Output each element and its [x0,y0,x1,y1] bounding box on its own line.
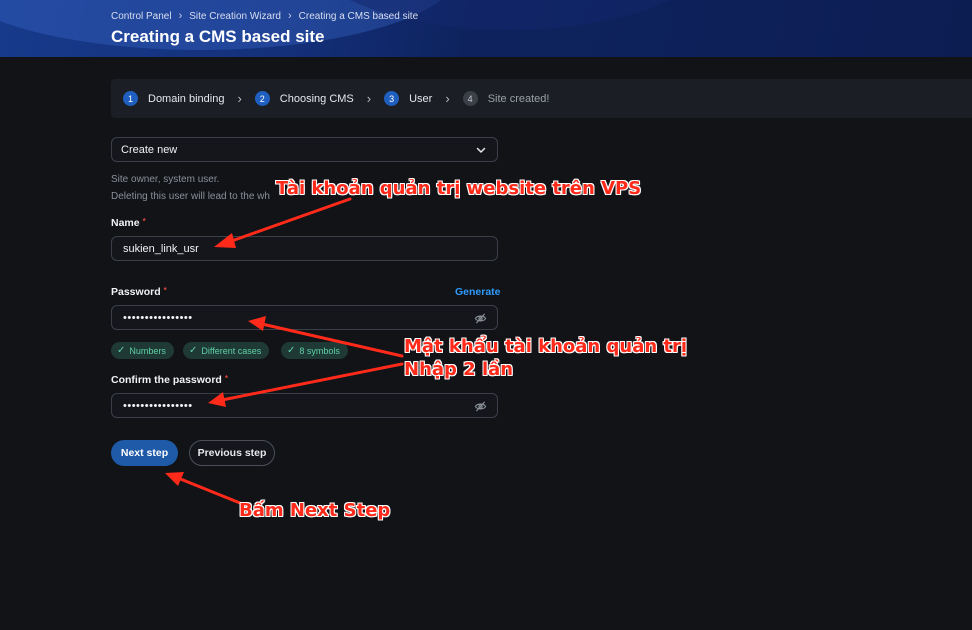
page-title: Creating a CMS based site [111,27,325,46]
step-user[interactable]: 3 User [384,91,432,106]
rule-label: Numbers [129,345,166,356]
previous-step-button[interactable]: Previous step [189,440,275,466]
step-number: 1 [123,91,138,106]
name-input-value: sukien_link_usr [123,242,199,255]
step-site-created: 4 Site created! [462,91,550,106]
rule-badge-numbers: ✓ Numbers [111,342,174,359]
name-label: Name * [111,217,146,229]
step-number: 4 [462,91,478,106]
user-mode-value: Create new [121,143,178,156]
step-label: Site created! [487,92,550,105]
password-input[interactable]: •••••••••••••••• [111,305,498,330]
step-label: Domain binding [148,92,225,105]
breadcrumb-separator: › [287,10,292,22]
generate-password-link[interactable]: Generate [455,286,501,298]
owner-hint: Site owner, system user. [111,174,220,185]
step-domain-binding[interactable]: 1 Domain binding [123,91,224,106]
chevron-down-icon [476,147,486,153]
password-label: Password * [111,286,167,298]
arrowhead [165,472,184,486]
step-choosing-cms[interactable]: 2 Choosing CMS [254,91,354,106]
annotation-password-line1: Mật khẩu tài khoản quản trị [404,336,688,357]
confirm-password-input[interactable]: •••••••••••••••• [111,393,498,418]
annotation-next-step: Bấm Next Step [239,500,391,521]
wizard-stepper: 1 Domain binding › 2 Choosing CMS › 3 Us… [111,79,972,118]
confirm-label-text: Confirm the password [111,374,222,386]
rule-badge-8-symbols: ✓ 8 symbols [281,342,348,359]
annotation-account: Tài khoản quản trị website trên VPS [276,178,642,199]
breadcrumb-control-panel[interactable]: Control Panel [111,11,172,22]
page-header: Control Panel › Site Creation Wizard › C… [0,0,972,57]
password-label-text: Password [111,286,161,298]
rule-badge-different-cases: ✓ Different cases [183,342,270,359]
check-icon: ✓ [117,345,126,356]
check-icon: ✓ [189,345,198,356]
required-mark: * [142,217,146,226]
name-input[interactable]: sukien_link_usr [111,236,498,261]
step-separator: › [366,91,372,106]
name-label-text: Name [111,217,140,229]
check-icon: ✓ [287,345,296,356]
step-separator: › [237,91,242,106]
user-mode-select[interactable]: Create new [111,137,498,162]
required-mark: * [224,374,228,383]
step-separator: › [445,91,450,106]
confirm-password-value: •••••••••••••••• [123,399,193,412]
step-label: User [409,92,433,105]
password-input-value: •••••••••••••••• [123,311,193,324]
rule-label: 8 symbols [299,345,340,356]
eye-off-icon[interactable] [474,400,487,413]
step-number: 3 [384,91,400,106]
eye-off-icon[interactable] [474,312,487,325]
confirm-password-label: Confirm the password * [111,374,228,386]
breadcrumb-separator: › [178,10,183,22]
step-label: Choosing CMS [279,92,354,105]
breadcrumb-current: Creating a CMS based site [298,10,419,22]
step-number: 2 [254,91,270,106]
next-step-button[interactable]: Next step [111,440,178,466]
annotation-password-line2: Nhập 2 lần [404,359,514,380]
required-mark: * [163,286,167,295]
delete-warning-hint: Deleting this user will lead to the wh [111,191,270,202]
rule-label: Different cases [201,345,262,356]
breadcrumb: Control Panel › Site Creation Wizard › C… [111,10,418,22]
arrow-to-next [176,476,242,505]
breadcrumb-site-creation-wizard[interactable]: Site Creation Wizard [189,11,281,22]
